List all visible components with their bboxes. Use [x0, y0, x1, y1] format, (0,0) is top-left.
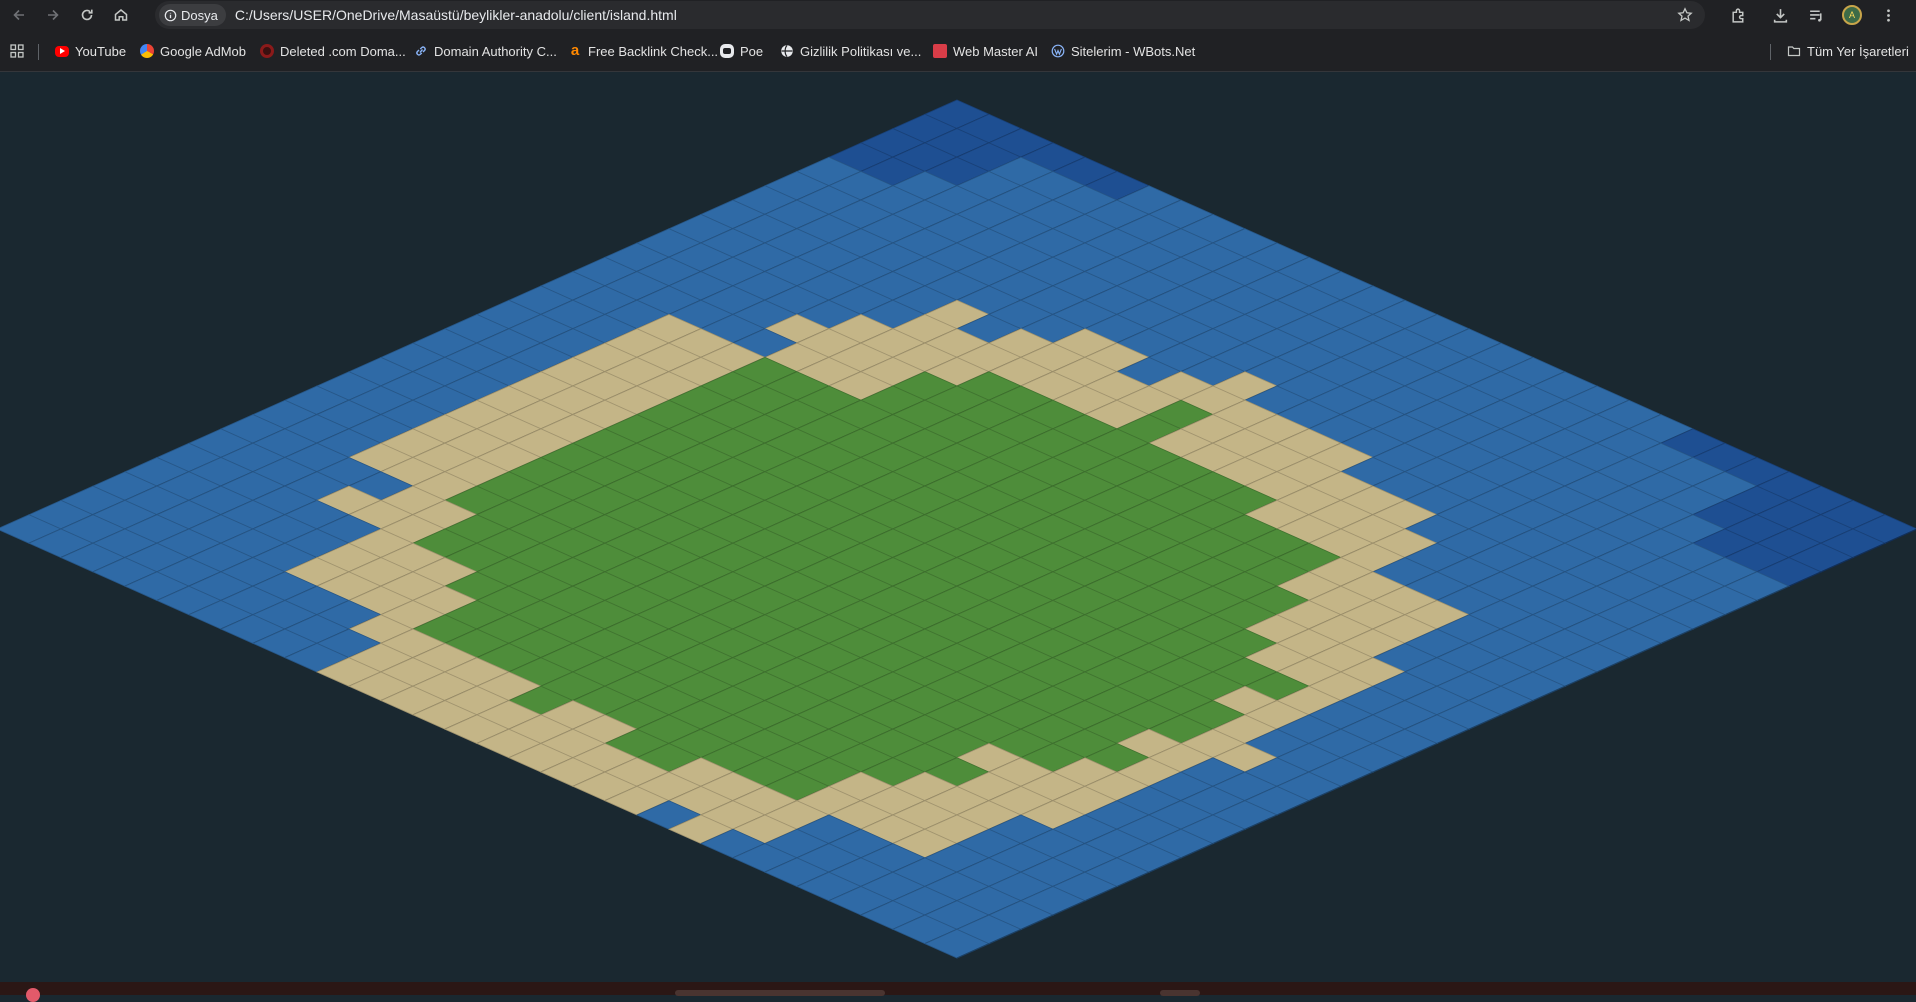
bookmark-wbots[interactable]: Sitelerim - WBots.Net [1051, 41, 1195, 61]
bookmark-poe[interactable]: Poe [720, 41, 763, 61]
apps-grid-icon [10, 44, 24, 58]
more-vert-icon [1886, 8, 1890, 22]
bookmark-domain-authority[interactable]: Domain Authority C... [414, 41, 557, 61]
globe-icon [781, 45, 793, 57]
bookmark-label: Sitelerim - WBots.Net [1071, 43, 1196, 59]
home-icon [114, 9, 128, 21]
site-info-chip[interactable]: Dosya [159, 4, 226, 26]
avatar: A [1842, 5, 1862, 25]
bookmark-label: Deleted .com Doma... [280, 43, 406, 59]
bookmark-star-icon[interactable] [1677, 7, 1693, 23]
youtube-icon [55, 45, 69, 57]
bookmark-web-master-ai[interactable]: Web Master AI [933, 41, 1038, 61]
taskbar-item[interactable] [1160, 990, 1200, 996]
bookmark-label: Free Backlink Check... [588, 43, 719, 59]
bookmark-label: Gizlilik Politikası ve... [800, 43, 922, 59]
reload-icon [81, 9, 93, 21]
bookmark-free-backlink[interactable]: a Free Backlink Check... [568, 41, 718, 61]
isometric-island-map[interactable] [0, 72, 1916, 982]
playlist-icon [1809, 9, 1822, 22]
bookmarks-divider [38, 44, 39, 60]
extensions-button[interactable] [1720, 0, 1756, 30]
bookmarks-divider [1770, 44, 1771, 60]
address-bar[interactable]: Dosya C:/Users/USER/OneDrive/Masaüstü/be… [155, 1, 1705, 29]
link-icon [416, 46, 426, 56]
taskbar-strip [0, 982, 1916, 1002]
bookmark-deleted-domains[interactable]: Deleted .com Doma... [260, 41, 406, 61]
bookmark-gizlilik[interactable]: Gizlilik Politikası ve... [780, 41, 921, 61]
all-bookmarks-button[interactable]: Tüm Yer İşaretleri [1787, 41, 1909, 61]
downloads-button[interactable] [1762, 0, 1798, 30]
bookmark-label: YouTube [75, 43, 127, 59]
profile-button[interactable]: A [1834, 0, 1870, 30]
poe-icon [720, 44, 734, 58]
deleted-domains-icon [260, 44, 274, 58]
folder-icon [1787, 46, 1801, 57]
bookmark-label: Poe [740, 43, 764, 59]
wordpress-icon [1051, 44, 1065, 58]
download-icon [1773, 8, 1787, 23]
all-bookmarks-label: Tüm Yer İşaretleri [1807, 43, 1909, 59]
map-tiles [0, 99, 1916, 959]
url-text[interactable]: C:/Users/USER/OneDrive/Masaüstü/beylikle… [235, 7, 677, 23]
media-controls-button[interactable] [1798, 0, 1834, 30]
reload-button[interactable] [72, 0, 102, 30]
extensions-icon [1731, 7, 1743, 23]
admob-icon [140, 44, 154, 58]
arrow-left-icon [13, 9, 24, 21]
toolbar-actions: A [1720, 0, 1906, 30]
browser-toolbar: Dosya C:/Users/USER/OneDrive/Masaüstü/be… [0, 0, 1916, 30]
bookmark-label: Domain Authority C... [434, 43, 557, 59]
arrow-right-icon [48, 9, 59, 21]
webmaster-icon [933, 44, 947, 58]
taskbar-item[interactable] [675, 990, 885, 996]
bookmark-label: Web Master AI [953, 43, 1039, 59]
site-chip-label: Dosya [181, 7, 218, 23]
bookmark-google-admob[interactable]: Google AdMob [140, 41, 246, 61]
bookmark-youtube[interactable]: YouTube [55, 41, 126, 61]
back-button[interactable] [4, 0, 34, 30]
bookmark-label: Google AdMob [160, 43, 247, 59]
taskbar-app-icon[interactable] [26, 988, 40, 1002]
home-button[interactable] [106, 0, 136, 30]
bookmarks-bar: YouTube Google AdMob Deleted .com Doma..… [0, 30, 1916, 72]
menu-button[interactable] [1870, 0, 1906, 30]
forward-button[interactable] [38, 0, 68, 30]
info-icon [164, 9, 177, 21]
ahrefs-icon: a [570, 42, 580, 59]
apps-button[interactable] [10, 41, 24, 61]
